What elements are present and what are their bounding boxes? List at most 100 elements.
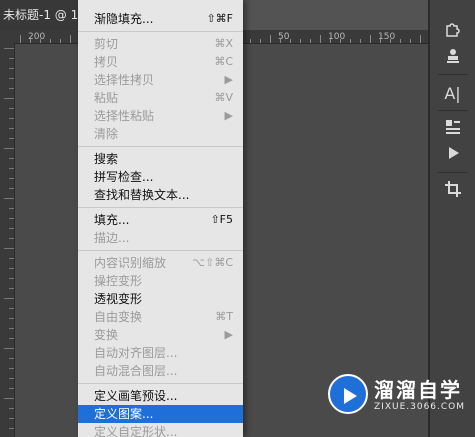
ruler-mark [4,198,14,199]
ruler-mark [9,178,14,179]
menu-item-shortcut: ⇧F5 [210,213,233,226]
character-icon[interactable]: A| [430,82,475,106]
ruler-mark [4,348,14,349]
menu-item-label: 拼写检查... [94,170,154,184]
menu-item-label: 自动混合图层... [94,364,178,378]
menu-item-label: 查找和替换文本... [94,188,190,202]
ruler-mark [4,248,14,249]
ruler-mark [9,78,14,79]
watermark-title: 溜溜自学 [374,378,462,402]
document-tab[interactable]: 未标题-1 @ 1 [0,0,78,30]
ruler-mark [9,428,14,429]
menu-item: 清除 [78,125,243,143]
play-icon[interactable] [430,144,475,168]
ruler-mark [9,358,14,359]
menu-item-label: 定义自定形状... [94,425,178,437]
ruler-mark [9,418,14,419]
ruler-mark [260,39,261,43]
ruler-mark [370,35,371,43]
ruler-mark [9,128,14,129]
watermark-play-icon [328,374,368,414]
ruler-mark [9,68,14,69]
submenu-arrow-icon: ▶ [224,73,233,86]
menu-separator [78,207,243,208]
menu-item-label: 选择性拷贝 [94,73,155,87]
menu-item[interactable]: 透视变形 [78,290,243,308]
ruler-mark [9,308,14,309]
menu-item[interactable]: 拼写检查... [78,168,243,186]
ruler-mark [250,39,251,43]
menu-separator [78,250,243,251]
menu-item: 自动对齐图层... [78,344,243,362]
ruler-mark [9,228,14,229]
menu-item: 选择性粘贴 ▶ [78,107,243,125]
menu-item: 自动混合图层... [78,362,243,380]
paragraph-icon[interactable] [430,118,475,142]
ruler-mark [9,268,14,269]
menu-item-label: 清除 [94,127,119,141]
ruler-mark [50,39,51,43]
ruler-mark [390,39,391,43]
menu-item: 自由变换 ⌘T [78,308,243,326]
menu-item-label: 操控变形 [94,274,143,288]
ruler-mark [9,408,14,409]
left-ruler [0,43,15,437]
ruler-mark [350,39,351,43]
ruler-mark [9,238,14,239]
ruler-mark [9,118,14,119]
ruler-mark [410,39,411,43]
ruler-mark [9,108,14,109]
menu-item-label: 描边... [94,231,130,245]
menu-item[interactable]: 定义画笔预设... [78,387,243,405]
menu-item-label: 拷贝 [94,55,119,69]
toolbar-separator [438,110,468,111]
watermark-logo: 溜溜自学 ZIXUE.3066.COM [328,370,468,420]
ruler-mark [9,278,14,279]
ruler-mark [380,39,381,43]
ruler-mark [360,39,361,43]
stamp-icon[interactable] [430,46,475,70]
menu-item-shortcut: ⇧⌘F [206,12,233,25]
menu-item: 选择性拷贝 ▶ [78,71,243,89]
edit-menu: 渐隐填充... ⇧⌘F 剪切 ⌘X 拷贝 ⌘C 选择性拷贝 ▶ 粘贴 ⌘V 选择性粘贴 ▶ 清除 搜索 拼写… [78,0,243,437]
ruler-mark [9,378,14,379]
menu-item-label: 搜索 [94,152,119,166]
menu-item-label: 内容识别缩放 [94,256,167,270]
submenu-arrow-icon: ▶ [224,328,233,341]
ruler-mark [9,218,14,219]
menu-separator [78,31,243,32]
ruler-mark [9,58,14,59]
toolbar-separator [438,74,468,75]
ruler-mark [420,35,421,43]
crop-icon[interactable] [430,180,475,204]
menu-item[interactable]: 定义图案... [78,405,243,423]
ruler-mark [60,39,61,43]
menu-item[interactable]: 渐隐填充... ⇧⌘F [78,10,243,28]
document-tab-title: 未标题-1 @ 1 [3,8,78,22]
ruler-mark [340,39,341,43]
menu-item: 拷贝 ⌘C [78,53,243,71]
ruler-mark [9,158,14,159]
menu-item[interactable]: 填充... ⇧F5 [78,211,243,229]
ruler-mark [9,88,14,89]
menu-item-shortcut: ⌥⇧⌘C [192,256,233,269]
toolbar-separator [438,172,468,173]
menu-item-shortcut: ⌘T [215,310,233,323]
ruler-mark [9,138,14,139]
ruler-mark [9,328,14,329]
menu-item[interactable]: 搜索 [78,150,243,168]
ruler-mark [400,39,401,43]
ruler-mark [9,188,14,189]
puzzle-icon[interactable] [430,20,475,44]
menu-item: 变换 ▶ [78,326,243,344]
menu-item-shortcut: ⌘C [214,55,233,68]
menu-item: 操控变形 [78,272,243,290]
menu-item: 定义自定形状... [78,423,243,437]
menu-separator [78,146,243,147]
menu-item: 描边... [78,229,243,247]
menu-item[interactable]: 查找和替换文本... [78,186,243,204]
ruler-mark [20,35,21,43]
ruler-mark [4,148,14,149]
menu-item-label: 定义图案... [94,407,154,421]
ruler-mark [300,39,301,43]
